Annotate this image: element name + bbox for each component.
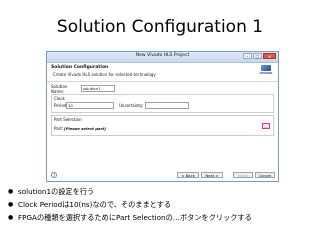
uncertainty-label: Uncertainty: <box>119 103 144 108</box>
window-controls: – □ ✕ <box>243 53 276 59</box>
dialog-header-title: Solution Configuration <box>51 65 109 70</box>
bullet-text: FPGAの種類を選択するためにPart Selectionの…ボタンをクリックす… <box>18 212 252 222</box>
part-value: [Please select part] <box>64 125 106 131</box>
part-selection-label: Part Selection <box>54 117 82 122</box>
vivado-logo: VIVADO <box>258 65 274 77</box>
finish-button[interactable]: Finish <box>233 172 253 178</box>
period-input[interactable]: 10 <box>66 102 114 109</box>
bullet-dot-icon: ● <box>8 188 14 195</box>
solution-name-input[interactable]: solution1 <box>81 85 115 92</box>
vivado-logo-text: VIVADO <box>259 71 273 75</box>
solution-name-row: Solution Name: solution1 <box>51 83 274 94</box>
clock-group-label: Clock <box>54 96 65 101</box>
bullet-item: ● FPGAの種類を選択するためにPart Selectionの…ボタンをクリッ… <box>8 211 320 224</box>
clock-row: Period: 10 Uncertainty: <box>54 102 271 109</box>
part-browse-button[interactable]: ... <box>262 123 270 129</box>
uncertainty-input[interactable] <box>145 102 189 109</box>
period-label: Period: <box>54 103 68 108</box>
next-button[interactable]: Next > <box>201 172 223 178</box>
bullet-item: ● solution1の設定を行う <box>8 185 320 198</box>
bullet-dot-icon: ● <box>8 201 14 208</box>
clock-group: Clock Period: 10 Uncertainty: <box>51 94 274 113</box>
slide-title: Solution Configuration 1 <box>56 17 264 37</box>
bullet-text: solution1の設定を行う <box>18 186 95 196</box>
bullet-list: ● solution1の設定を行う ● Clock Periodは10(ns)な… <box>8 185 320 224</box>
dialog-titlebar: New Vivado HLS Project – □ ✕ <box>47 52 278 63</box>
slide: Solution Configuration 1 New Vivado HLS … <box>0 0 320 240</box>
part-label: Part: <box>54 125 64 131</box>
cancel-button[interactable]: Cancel <box>255 172 275 178</box>
maximize-button[interactable]: □ <box>253 53 262 59</box>
close-button[interactable]: ✕ <box>263 53 276 59</box>
dialog-button-bar: < Back Next > Finish Cancel <box>177 172 275 178</box>
dialog-form: Solution Name: solution1 Clock Period: 1… <box>47 82 278 141</box>
dialog-header: Solution Configuration Create Vivado HLS… <box>47 63 278 82</box>
bullet-item: ● Clock Periodは10(ns)なので、そのままとする <box>8 198 320 211</box>
bullet-dot-icon: ● <box>8 214 14 221</box>
new-project-dialog: New Vivado HLS Project – □ ✕ Solution Co… <box>46 51 279 182</box>
solution-name-label: Solution Name: <box>51 83 68 94</box>
dialog-header-subtitle: Create Vivado HLS solution for selected … <box>53 72 156 77</box>
minimize-button[interactable]: – <box>243 53 252 59</box>
part-row: Part: [Please select part] <box>54 123 271 133</box>
part-selection-group: Part Selection Part: [Please select part… <box>51 115 274 136</box>
back-button[interactable]: < Back <box>177 172 199 178</box>
help-icon[interactable]: ? <box>51 172 57 178</box>
bullet-text: Clock Periodは10(ns)なので、そのままとする <box>18 199 172 209</box>
